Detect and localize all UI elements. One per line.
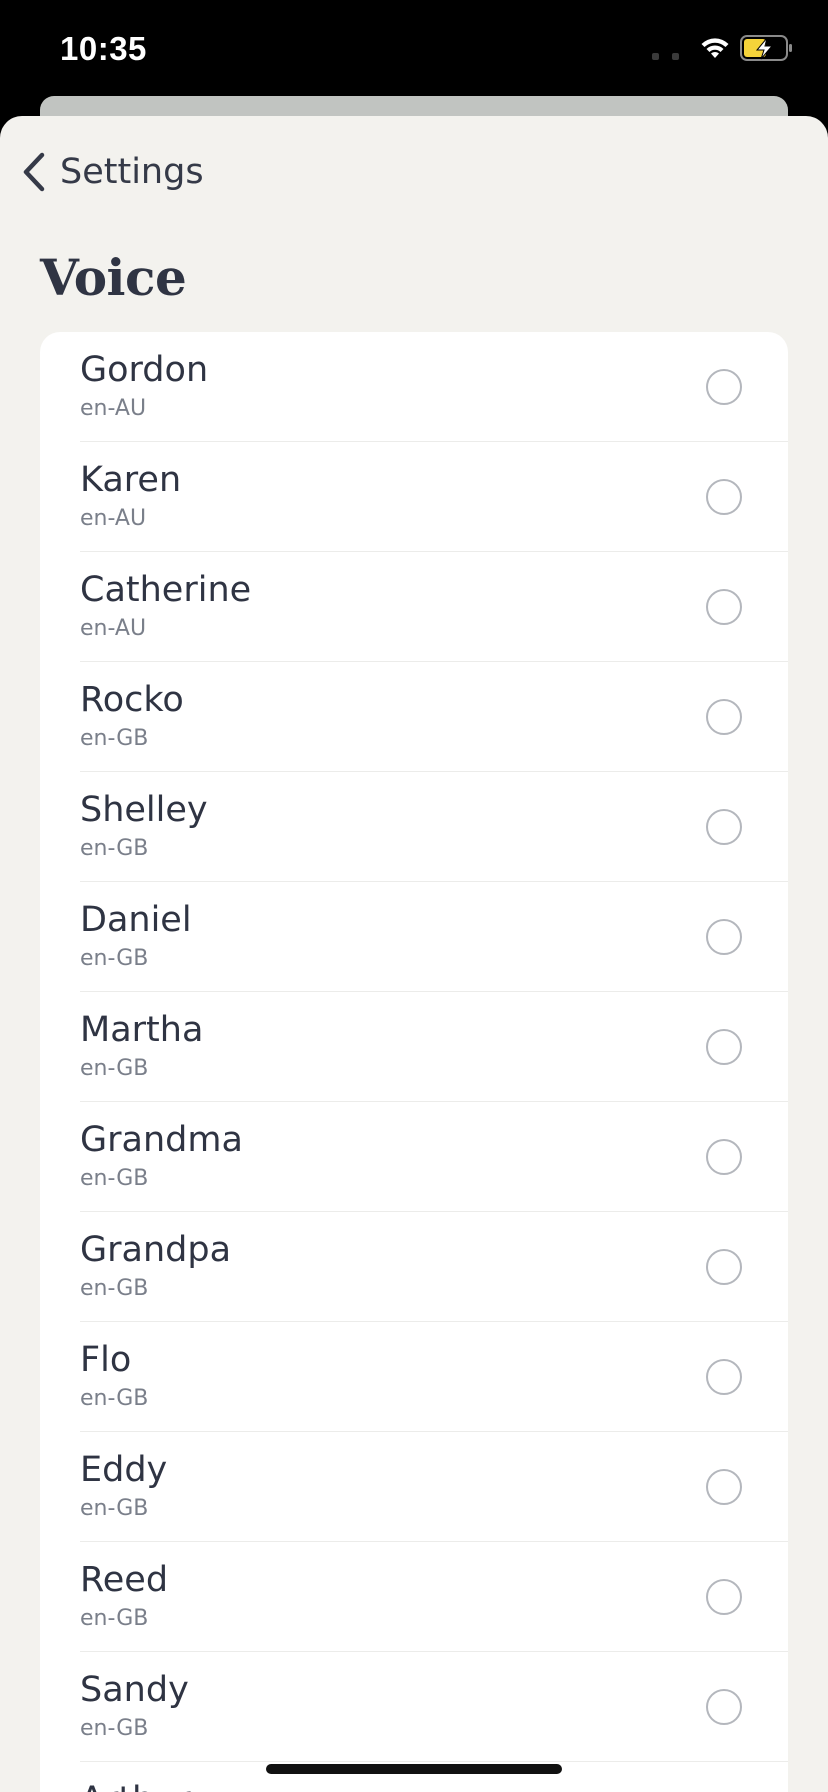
voice-name: Karen [80,460,182,500]
voice-language: en-GB [80,836,149,861]
voice-language: en-AU [80,616,147,641]
voice-language: en-GB [80,1606,149,1631]
voice-option-row[interactable]: Reed en-GB [80,1542,788,1652]
voice-language: en-AU [80,506,147,531]
voice-list: Gordon en-AU Karen en-AU Catherine en-AU Rocko… [40,332,788,1792]
voice-option-row[interactable]: Grandma en-GB [80,1102,788,1212]
voice-name: Daniel [80,900,192,940]
radio-unselected-icon[interactable] [706,479,742,515]
voice-option-row[interactable]: Karen en-AU [80,442,788,552]
voice-option-row[interactable]: Grandpa en-GB [80,1212,788,1322]
voice-name: Flo [80,1340,132,1380]
voice-option-row[interactable]: Rocko en-GB [80,662,788,772]
voice-language: en-GB [80,1386,149,1411]
back-button[interactable]: Settings [22,150,204,194]
settings-sheet: Settings Voice Gordon en-AU Karen en-AU Cath… [0,116,828,1792]
voice-name: Reed [80,1560,169,1600]
radio-unselected-icon[interactable] [706,1689,742,1725]
voice-name: Grandma [80,1120,243,1160]
voice-option-row[interactable]: Sandy en-GB [80,1652,788,1762]
wifi-icon [701,38,729,58]
voice-language: en-GB [80,1496,149,1521]
voice-language: en-GB [80,1166,149,1191]
voice-language: en-GB [80,1276,149,1301]
status-bar: 10:35 [0,0,828,100]
voice-name: Eddy [80,1450,168,1490]
back-button-label: Settings [60,152,204,192]
radio-unselected-icon[interactable] [706,699,742,735]
radio-unselected-icon[interactable] [706,1139,742,1175]
voice-name: Arthur [80,1780,191,1792]
voice-option-row[interactable]: Gordon en-AU [80,332,788,442]
radio-unselected-icon[interactable] [706,369,742,405]
radio-unselected-icon[interactable] [706,1469,742,1505]
radio-unselected-icon[interactable] [706,1249,742,1285]
chevron-left-icon [23,152,45,192]
radio-unselected-icon[interactable] [706,1579,742,1615]
voice-option-row[interactable]: Eddy en-GB [80,1432,788,1542]
page-title: Voice [40,248,187,307]
voice-language: en-GB [80,726,149,751]
voice-language: en-AU [80,396,147,421]
voice-option-row[interactable]: Shelley en-GB [80,772,788,882]
cellular-signal-icon [652,50,682,60]
radio-unselected-icon[interactable] [706,919,742,955]
radio-unselected-icon[interactable] [706,1359,742,1395]
voice-name: Gordon [80,350,209,390]
voice-option-row[interactable]: Martha en-GB [80,992,788,1102]
voice-name: Rocko [80,680,184,720]
voice-language: en-GB [80,1716,149,1741]
voice-option-row[interactable]: Flo en-GB [80,1322,788,1432]
voice-language: en-GB [80,946,149,971]
home-indicator [266,1764,562,1774]
voice-name: Martha [80,1010,204,1050]
voice-option-row[interactable]: Catherine en-AU [80,552,788,662]
radio-unselected-icon[interactable] [706,589,742,625]
voice-option-row[interactable]: Daniel en-GB [80,882,788,992]
radio-unselected-icon[interactable] [706,1029,742,1065]
voice-name: Sandy [80,1670,189,1710]
radio-unselected-icon[interactable] [706,809,742,845]
voice-name: Catherine [80,570,252,610]
status-time: 10:35 [60,30,147,67]
voice-name: Shelley [80,790,208,830]
battery-charging-icon [740,35,792,61]
voice-name: Grandpa [80,1230,232,1270]
voice-language: en-GB [80,1056,149,1081]
